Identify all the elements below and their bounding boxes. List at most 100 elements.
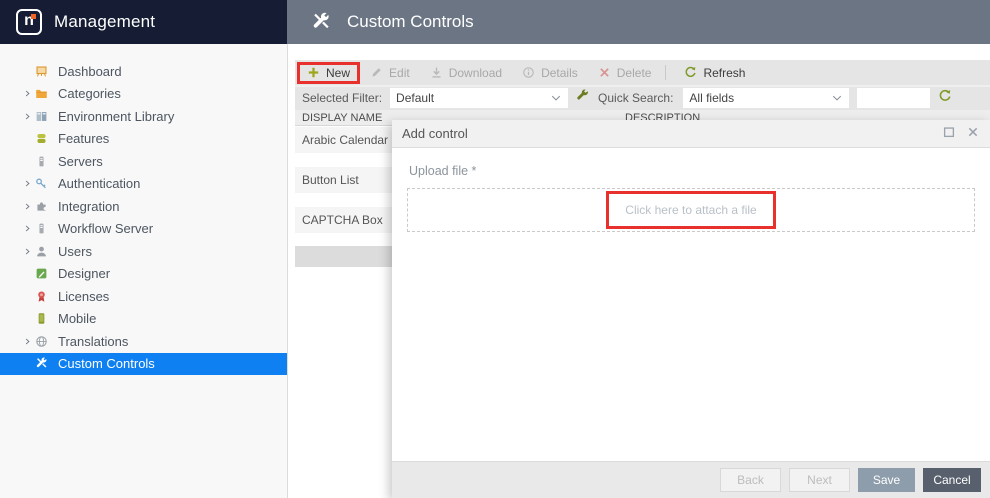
expand-chevron-icon[interactable] (20, 335, 34, 347)
cancel-button[interactable]: Cancel (923, 468, 981, 492)
page-header: Custom Controls (287, 0, 990, 44)
key-icon (34, 177, 48, 191)
expand-chevron-icon[interactable] (20, 110, 34, 122)
toolbar-button-label: Delete (616, 65, 652, 80)
selected-filter-value: Default (396, 90, 435, 105)
upload-file-label: Upload file * (409, 164, 477, 178)
dialog-titlebar: Add control (392, 120, 990, 148)
filter-settings-button[interactable] (576, 89, 590, 106)
sidebar-item-label: Custom Controls (58, 356, 155, 372)
caret-spacer (20, 268, 34, 280)
sidebar-item-users[interactable]: Users (0, 240, 287, 263)
sidebar-item-designer[interactable]: Designer (0, 263, 287, 286)
sidebar-item-categories[interactable]: Categories (0, 83, 287, 106)
sidebar-item-custom-controls[interactable]: Custom Controls (0, 352, 287, 375)
designer-icon (34, 267, 48, 281)
search-refresh-button[interactable] (938, 89, 952, 106)
sidebar-item-integration[interactable]: Integration (0, 195, 287, 218)
dialog-title: Add control (402, 126, 468, 141)
sidebar-item-label: Translations (58, 333, 129, 349)
expand-chevron-icon[interactable] (20, 245, 34, 257)
sidebar-item-label: Servers (58, 153, 103, 169)
caret-spacer (20, 133, 34, 145)
sidebar-item-licenses[interactable]: Licenses (0, 285, 287, 308)
info-icon (522, 66, 535, 79)
user-icon (34, 244, 48, 258)
pencil-icon (370, 66, 383, 79)
folder-icon (34, 87, 48, 101)
app-header: n Management (0, 0, 287, 44)
column-display-name[interactable]: DISPLAY NAME (302, 112, 382, 124)
expand-chevron-icon[interactable] (20, 200, 34, 212)
delete-button[interactable]: Delete (588, 62, 662, 84)
toolbar-button-label: Download (448, 65, 503, 80)
toolbar-separator (665, 65, 667, 80)
next-button[interactable]: Next (789, 468, 850, 492)
mobile-icon (34, 312, 48, 326)
server-icon (34, 154, 48, 168)
plus-icon (307, 66, 320, 79)
tools-icon (34, 357, 48, 371)
wrench-icon (576, 89, 590, 103)
app-title: Management (54, 12, 156, 31)
maximize-icon (942, 125, 956, 139)
caret-spacer (20, 290, 34, 302)
sidebar-item-dashboard[interactable]: Dashboard (0, 60, 287, 83)
quick-search-field-value: All fields (689, 90, 735, 105)
new-button[interactable]: New (297, 61, 361, 84)
caret-spacer (20, 313, 34, 325)
annotation-rectangle: Click here to attach a file (606, 191, 776, 229)
chevron-down-icon (831, 92, 843, 104)
sidebar-item-translations[interactable]: Translations (0, 330, 287, 353)
sidebar-item-label: Workflow Server (58, 221, 154, 237)
close-button[interactable] (966, 125, 980, 142)
expand-chevron-icon[interactable] (20, 223, 34, 235)
refresh-icon (684, 66, 697, 79)
sidebar-item-features[interactable]: Features (0, 128, 287, 151)
sidebar-item-authentication[interactable]: Authentication (0, 173, 287, 196)
quick-search-field-dropdown[interactable]: All fields (683, 87, 850, 108)
sidebar-item-workflow-server[interactable]: Workflow Server (0, 218, 287, 241)
sidebar-item-mobile[interactable]: Mobile (0, 308, 287, 331)
sidebar-item-label: Users (58, 243, 92, 259)
app-logo: n (16, 9, 42, 35)
maximize-button[interactable] (942, 125, 956, 142)
back-button[interactable]: Back (720, 468, 781, 492)
expand-chevron-icon[interactable] (20, 88, 34, 100)
expand-chevron-icon[interactable] (20, 178, 34, 190)
details-button[interactable]: Details (512, 62, 588, 84)
sidebar-item-label: Integration (58, 198, 120, 214)
add-control-dialog: Add control Upload file * Click here to … (392, 120, 990, 498)
logo-dot (31, 14, 36, 19)
toolbar: New Edit Download Details Delete Refresh (295, 60, 990, 87)
caret-spacer (20, 65, 34, 77)
attach-file-text: Click here to attach a file (625, 203, 757, 217)
toolbar-button-label: Details (541, 65, 578, 80)
sidebar-item-servers[interactable]: Servers (0, 150, 287, 173)
sidebar-item-environment-library[interactable]: Environment Library (0, 105, 287, 128)
xmark-icon (598, 66, 611, 79)
close-icon (966, 125, 980, 139)
toolbar-button-label: Edit (389, 65, 410, 80)
selected-filter-dropdown[interactable]: Default (390, 87, 569, 108)
quick-search-label: Quick Search: (598, 90, 674, 105)
sidebar-item-label: Environment Library (58, 108, 175, 124)
sidebar-item-label: Licenses (58, 288, 110, 304)
save-button[interactable]: Save (858, 468, 915, 492)
edit-button[interactable]: Edit (360, 62, 420, 84)
toolbar-block: New Edit Download Details Delete Refresh Sele… (295, 60, 990, 110)
download-button[interactable]: Download (420, 62, 512, 84)
sidebar: Dashboard Categories Environment Library Fe… (0, 44, 288, 498)
refresh-button[interactable]: Refresh (674, 62, 755, 84)
download-icon (430, 66, 443, 79)
refresh-icon (938, 89, 952, 103)
server-icon (34, 222, 48, 236)
sidebar-item-label: Categories (58, 86, 121, 102)
caret-spacer (20, 358, 34, 370)
attach-file-area[interactable]: Click here to attach a file (407, 188, 975, 232)
toolbar-button-label: Refresh (703, 65, 746, 80)
quick-search-input[interactable] (857, 87, 931, 108)
puzzle-icon (34, 199, 48, 213)
easel-icon (34, 64, 48, 78)
filter-bar: Selected Filter: Default Quick Search: A… (295, 87, 990, 108)
